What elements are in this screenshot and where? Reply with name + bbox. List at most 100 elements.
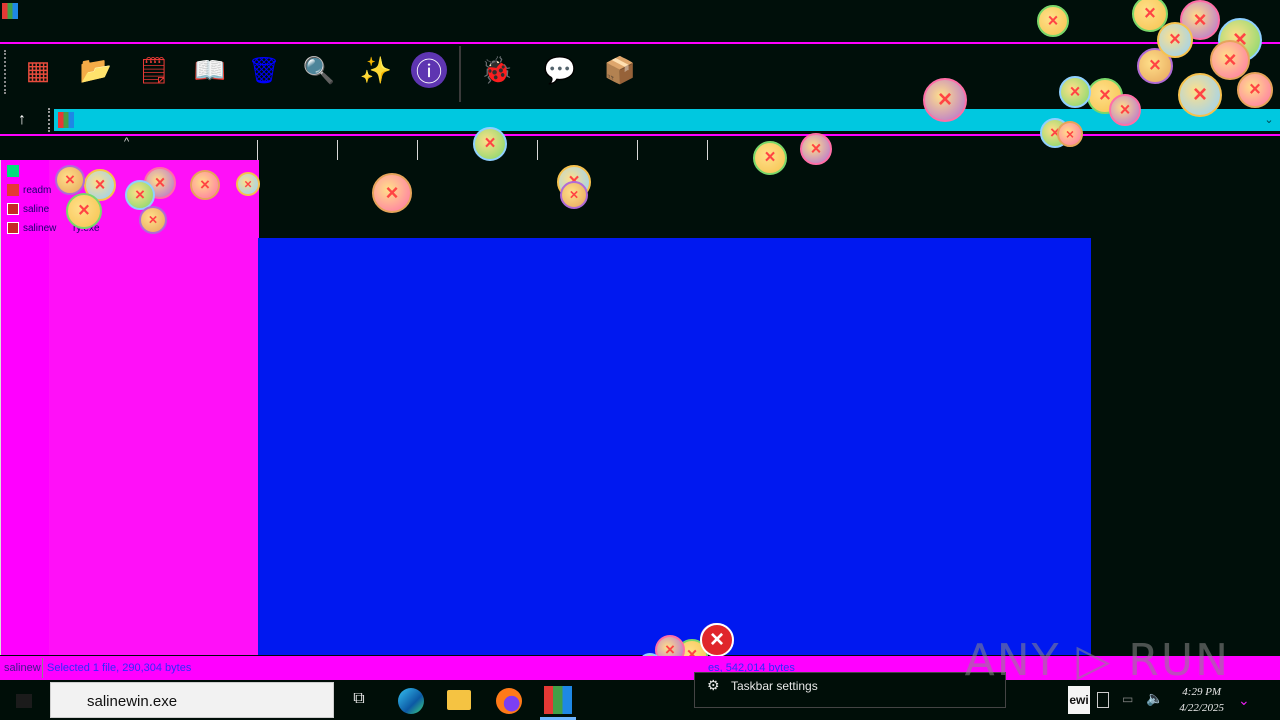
anyrun-watermark: ANY ▷ RUN — [964, 635, 1230, 686]
file-explorer-icon[interactable] — [447, 690, 471, 710]
taskbar-settings-menu-item[interactable]: ⚙ Taskbar settings — [694, 672, 1006, 708]
tray-clock[interactable]: 4:29 PM 4/22/2025 — [1179, 684, 1224, 716]
address-row: ↑ ⌄ — [0, 106, 1280, 134]
close-icon: × — [1119, 99, 1131, 120]
close-icon: × — [1169, 28, 1181, 51]
column-header-crc[interactable] — [637, 140, 638, 160]
extract-icon[interactable]: 📂 — [74, 48, 118, 92]
start-button[interactable] — [14, 692, 34, 710]
tray-keyboard-icon[interactable]: ▭ — [1122, 692, 1136, 706]
test-glyph: 🗒 — [137, 54, 171, 85]
tray-app-label: ewi — [1069, 693, 1089, 707]
close-icon: × — [94, 174, 106, 195]
windows-logo-icon — [16, 694, 32, 708]
column-header-extra[interactable] — [707, 140, 708, 160]
error-bubble-icon: × — [66, 193, 102, 229]
view-glyph: 📖 — [193, 54, 227, 85]
exe-file-icon — [7, 203, 19, 215]
close-icon: × — [1149, 54, 1161, 77]
virusscan-glyph: 🐞 — [480, 54, 514, 85]
error-bubble-icon: × — [1210, 40, 1250, 80]
status-left-text: salinew — [4, 662, 41, 674]
delete-glyph: 🗑 — [247, 54, 281, 85]
virusscan-icon[interactable]: 🐞 — [475, 48, 519, 92]
list-item[interactable]: saline — [7, 200, 49, 218]
wizard-glyph: ✨ — [359, 54, 393, 85]
error-bubble-icon: × — [236, 172, 260, 196]
column-header-modified[interactable] — [537, 140, 538, 160]
clock-time: 4:29 PM — [1182, 686, 1222, 698]
firefox-icon[interactable] — [496, 688, 522, 714]
close-icon: × — [1144, 2, 1156, 25]
close-icon: × — [1192, 81, 1208, 108]
gear-icon: ⚙ — [707, 677, 720, 693]
error-bubble-icon: × — [753, 141, 787, 175]
file-list-pane[interactable]: readm saline salinew ry.exe — [0, 160, 259, 655]
add-icon[interactable]: ▦ — [16, 48, 60, 92]
file-name: saline — [23, 203, 50, 215]
winrar-taskbar-icon[interactable] — [544, 686, 572, 714]
close-icon: × — [810, 138, 822, 159]
title-bar — [0, 0, 1280, 44]
sort-ascending-icon: ^ — [124, 136, 130, 148]
close-icon: × — [65, 170, 75, 189]
toolbar-grip — [4, 50, 8, 94]
volume-icon[interactable]: 🔈 — [1146, 690, 1163, 706]
edge-icon[interactable] — [398, 688, 424, 714]
list-item[interactable]: readm — [7, 181, 51, 199]
notification-chevron-icon[interactable]: ⌄ — [1238, 692, 1252, 708]
tray-network-icon[interactable] — [1097, 692, 1109, 708]
status-selected-text: Selected 1 file, 290,304 bytes — [47, 662, 192, 674]
close-icon: × — [244, 176, 252, 192]
close-icon: × — [1047, 10, 1059, 31]
close-icon: × — [135, 185, 145, 204]
list-item[interactable] — [7, 162, 19, 180]
close-icon: × — [709, 626, 725, 653]
error-close-icon: × — [700, 623, 734, 657]
test-icon[interactable]: 🗒 — [132, 48, 176, 92]
status-divider — [42, 658, 43, 678]
comment-icon[interactable]: 💬 — [538, 48, 582, 92]
close-icon: × — [148, 211, 158, 229]
column-header-type[interactable] — [417, 140, 418, 160]
close-icon: × — [484, 133, 496, 154]
chevron-down-icon[interactable]: ⌄ — [1262, 111, 1276, 129]
sfx-icon[interactable]: 📦 — [598, 48, 642, 92]
error-bubble-icon: × — [55, 165, 85, 195]
close-icon: × — [78, 199, 90, 222]
info-icon[interactable]: ⓘ — [407, 48, 451, 92]
error-bubble-icon: × — [1237, 72, 1273, 108]
glitch-blue-panel — [258, 238, 1091, 655]
address-field[interactable]: ⌄ — [54, 109, 1280, 131]
taskbar-search-input[interactable]: salinewin.exe — [50, 682, 334, 718]
error-bubble-icon: × — [1178, 73, 1222, 117]
file-name: readm — [23, 184, 52, 196]
address-grip — [48, 108, 52, 132]
clock-date: 4/22/2025 — [1179, 702, 1224, 714]
view-icon[interactable]: 📖 — [188, 48, 232, 92]
error-bubble-icon: × — [560, 181, 588, 209]
column-header-size[interactable] — [257, 140, 258, 160]
delete-icon[interactable]: 🗑 — [242, 48, 286, 92]
error-bubble-icon: × — [1109, 94, 1141, 126]
close-icon: × — [154, 172, 166, 193]
close-icon: × — [385, 180, 399, 205]
close-icon: × — [569, 186, 579, 204]
taskbar-settings-label: Taskbar settings — [731, 679, 818, 693]
error-bubble-icon: × — [473, 127, 507, 161]
task-view-icon[interactable]: ⧉ — [348, 690, 370, 710]
winrar-app-icon[interactable] — [2, 3, 18, 19]
wizard-icon[interactable]: ✨ — [354, 48, 398, 92]
close-icon: × — [1193, 7, 1207, 32]
up-folder-icon[interactable]: ↑ — [12, 110, 32, 130]
error-bubble-icon: × — [1037, 5, 1069, 37]
add-glyph: ▦ — [25, 54, 51, 85]
tray-app-button[interactable]: ewi — [1068, 686, 1090, 714]
close-icon: × — [1249, 78, 1261, 101]
column-header-row: ^ — [0, 134, 1280, 162]
error-bubble-icon: × — [1057, 121, 1083, 147]
find-icon[interactable]: 🔍 — [297, 48, 341, 92]
column-header-packed[interactable] — [337, 140, 338, 160]
extract-glyph: 📂 — [79, 54, 113, 85]
find-glyph: 🔍 — [302, 54, 336, 85]
